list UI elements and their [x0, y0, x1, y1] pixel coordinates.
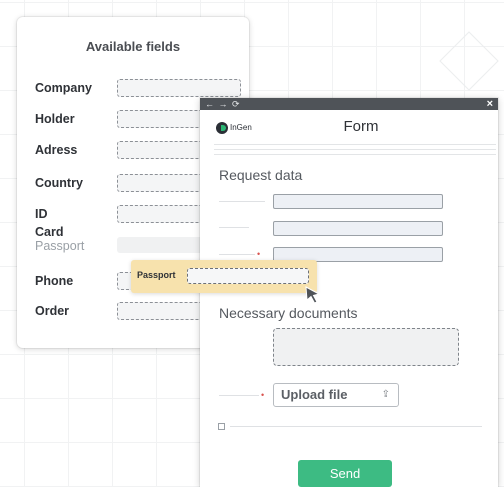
label-placeholder — [219, 201, 265, 202]
upload-icon: ⇪ — [381, 389, 390, 400]
field-label: Company — [35, 81, 92, 95]
divider — [214, 154, 496, 155]
window-titlebar: ← → ⟳ × — [200, 98, 498, 110]
field-label: Country — [35, 176, 83, 190]
close-icon[interactable]: × — [487, 98, 493, 110]
label-placeholder — [219, 227, 249, 228]
field-label: Phone — [35, 274, 74, 288]
form-title-wrap: Form — [200, 118, 498, 135]
drag-field-label: Passport — [137, 270, 176, 280]
checkbox-label-placeholder — [230, 426, 482, 427]
field-label: ID Card — [35, 207, 64, 239]
field-label: Order — [35, 304, 70, 318]
nav-arrows-icon[interactable]: ← → ⟳ — [205, 98, 241, 110]
field-label: Adress — [35, 143, 78, 157]
agreement-checkbox[interactable] — [218, 423, 225, 430]
mouse-cursor-icon — [305, 286, 321, 304]
available-fields-title: Available fields — [85, 39, 181, 54]
necessary-documents-heading: Necessary documents — [219, 305, 358, 321]
request-input-1[interactable] — [273, 194, 443, 209]
upload-file-label: Upload file — [281, 387, 348, 402]
divider — [214, 149, 496, 150]
documents-drop-zone[interactable] — [273, 328, 459, 366]
field-label: Passport — [35, 239, 85, 253]
send-button[interactable]: Send — [298, 460, 392, 487]
request-input-2[interactable] — [273, 221, 443, 236]
required-marker: • — [257, 249, 261, 259]
form-title: Form — [343, 118, 379, 135]
field-label: Holder — [35, 112, 75, 126]
label-placeholder — [219, 395, 259, 396]
dragged-passport-field[interactable]: Passport — [131, 260, 317, 293]
drag-field-slot — [187, 268, 309, 284]
request-data-heading: Request data — [219, 167, 303, 183]
required-marker: • — [261, 390, 265, 400]
upload-file-button[interactable]: Upload file ⇪ — [273, 383, 399, 407]
label-placeholder — [219, 254, 255, 255]
field-drop-slot[interactable] — [117, 79, 241, 97]
divider — [214, 144, 496, 145]
